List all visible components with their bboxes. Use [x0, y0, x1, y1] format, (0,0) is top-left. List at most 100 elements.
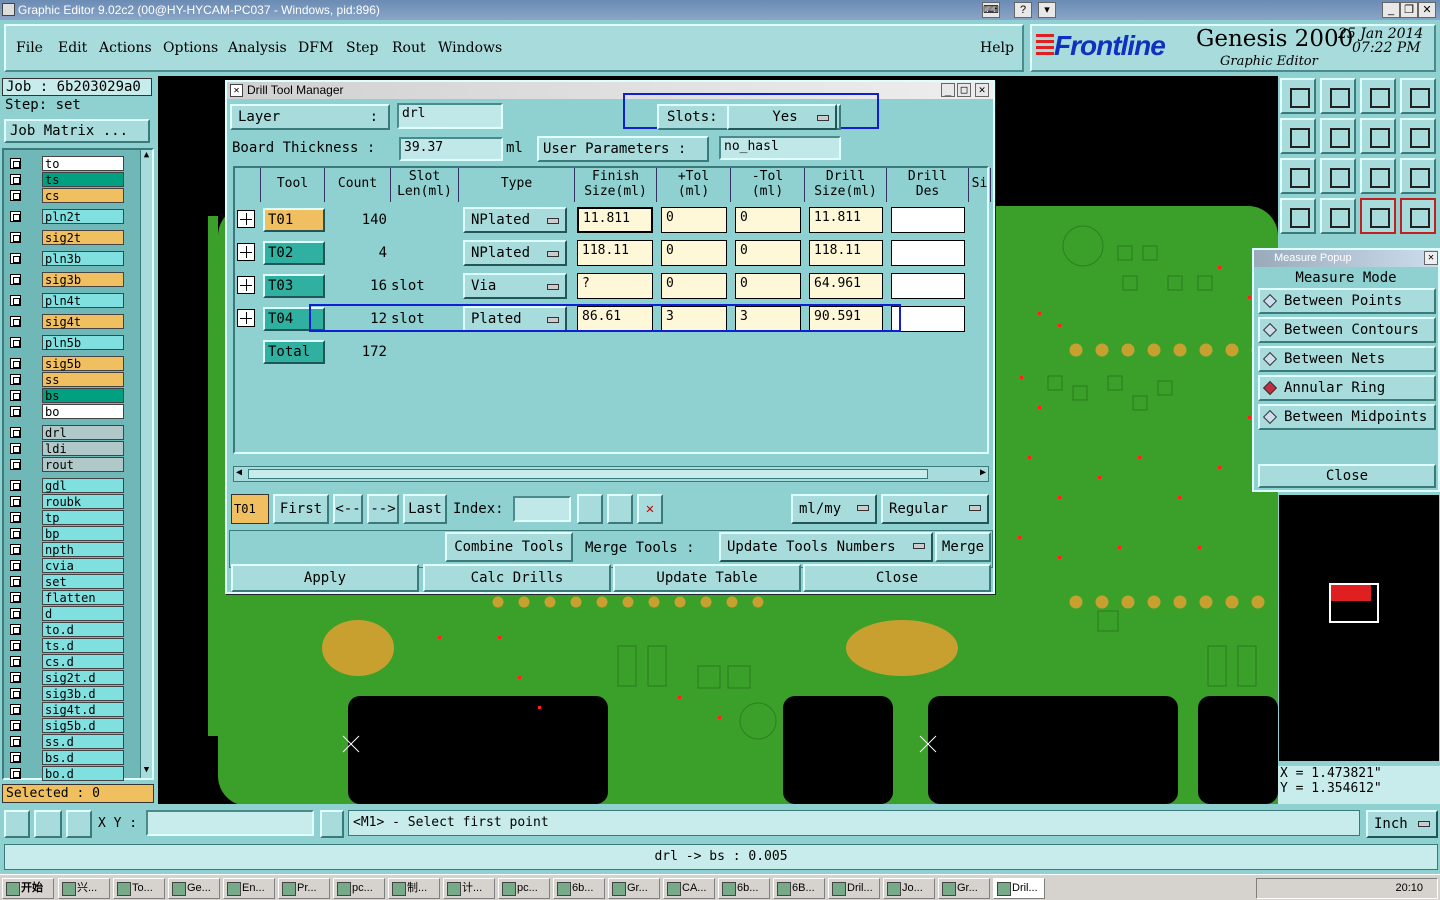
taskbar-item[interactable]: Gr...: [938, 878, 990, 899]
tool-type-dropdown[interactable]: NPlated: [463, 240, 567, 266]
zoom-mode-icon[interactable]: [34, 810, 62, 838]
menu-help[interactable]: Help: [980, 40, 1014, 56]
option-between-midpoints[interactable]: Between Midpoints: [1258, 404, 1436, 430]
option-between-nets[interactable]: Between Nets: [1258, 346, 1436, 372]
layer-row[interactable]: pln3b: [8, 251, 124, 266]
layer-row[interactable]: drl: [8, 425, 124, 440]
taskbar-item[interactable]: Pr...: [278, 878, 330, 899]
minus-tol-field[interactable]: 0: [735, 207, 801, 233]
scroll-thumb[interactable]: [248, 469, 928, 479]
menu-dfm[interactable]: DFM: [298, 40, 333, 56]
slots-dropdown[interactable]: Yes: [727, 104, 837, 130]
layer-checkbox[interactable]: [10, 720, 21, 731]
layer-checkbox[interactable]: [10, 624, 21, 635]
scroll-right-icon[interactable]: ▶: [980, 467, 986, 478]
layer-name[interactable]: pln3b: [42, 251, 124, 266]
layer-row[interactable]: sig5b: [8, 356, 124, 371]
layer-checkbox[interactable]: [10, 640, 21, 651]
layer-name[interactable]: sig3b.d: [42, 686, 124, 701]
layer-name[interactable]: pln5b: [42, 335, 124, 350]
taskbar-item[interactable]: Gr...: [608, 878, 660, 899]
board-thickness-field[interactable]: 39.37: [399, 137, 503, 161]
layer-name[interactable]: bo: [42, 404, 124, 419]
layer-checkbox[interactable]: [10, 174, 21, 185]
help-icon[interactable]: ?: [1014, 2, 1032, 18]
home-up-icon[interactable]: [1280, 78, 1316, 114]
layer-name[interactable]: pln2t: [42, 209, 124, 224]
layer-name[interactable]: ldi: [42, 441, 124, 456]
taskbar-item[interactable]: 计...: [443, 878, 495, 899]
scroll-down-icon[interactable]: ▼: [142, 765, 151, 779]
layer-row[interactable]: sig4t.d: [8, 702, 124, 717]
scale-1-2-icon[interactable]: [1360, 158, 1396, 194]
layer-checkbox[interactable]: [10, 316, 21, 327]
layer-checkbox[interactable]: [10, 672, 21, 683]
plus-tol-field[interactable]: 0: [661, 240, 727, 266]
layer-checkbox[interactable]: [10, 736, 21, 747]
scroll-up-icon[interactable]: ▲: [142, 150, 151, 164]
close-window-button[interactable]: ✕: [1418, 2, 1436, 18]
drill-size-field[interactable]: 11.811: [809, 207, 883, 233]
layer-row[interactable]: npth: [8, 542, 124, 557]
scroll-left-icon[interactable]: ◀: [236, 467, 242, 478]
menu-edit[interactable]: Edit: [58, 40, 87, 56]
drill-size-field[interactable]: 64.961: [809, 273, 883, 299]
layer-checkbox[interactable]: [10, 544, 21, 555]
keyboard-icon[interactable]: ⌨: [982, 2, 1000, 18]
measure-close-button[interactable]: Close: [1258, 464, 1436, 488]
taskbar-item[interactable]: pc...: [333, 878, 385, 899]
next-button[interactable]: -->: [367, 494, 399, 524]
layer-checkbox[interactable]: [10, 752, 21, 763]
overview-map[interactable]: [1278, 494, 1440, 762]
finish-size-field[interactable]: 118.11: [577, 240, 653, 266]
layer-name[interactable]: cs.d: [42, 654, 124, 669]
xy-input[interactable]: [146, 810, 314, 836]
layer-name[interactable]: cvia: [42, 558, 124, 573]
layer-name[interactable]: tp: [42, 510, 124, 525]
menu-analysis[interactable]: Analysis: [228, 40, 287, 56]
layer-checkbox[interactable]: [10, 232, 21, 243]
dialog-minimize-button[interactable]: _: [941, 83, 955, 97]
index-field[interactable]: [513, 496, 571, 522]
minimize-button[interactable]: _: [1382, 2, 1400, 18]
layer-row[interactable]: sig3b.d: [8, 686, 124, 701]
taskbar-item[interactable]: En...: [223, 878, 275, 899]
layer-name[interactable]: npth: [42, 542, 124, 557]
menu-windows[interactable]: Windows: [438, 40, 502, 56]
window-split-icon[interactable]: [1400, 78, 1436, 114]
layer-name[interactable]: to.d: [42, 622, 124, 637]
layer-checkbox[interactable]: [10, 390, 21, 401]
layer-checkbox[interactable]: [10, 688, 21, 699]
layer-row[interactable]: cvia: [8, 558, 124, 573]
delete-icon[interactable]: ✕: [637, 494, 663, 524]
first-button[interactable]: First: [273, 494, 329, 524]
layer-checkbox[interactable]: [10, 158, 21, 169]
menu-rout[interactable]: Rout: [392, 40, 426, 56]
layer-checkbox[interactable]: [10, 337, 21, 348]
layer-name[interactable]: flatten: [42, 590, 124, 605]
layer-row[interactable]: roubk: [8, 494, 124, 509]
layer-checkbox[interactable]: [10, 608, 21, 619]
dialog-close-icon[interactable]: ✕: [975, 83, 989, 97]
plus-tol-field[interactable]: 0: [661, 273, 727, 299]
dropdown-icon[interactable]: ▾: [1038, 2, 1056, 18]
drill-des-field[interactable]: [891, 273, 965, 299]
layer-name[interactable]: bs.d: [42, 750, 124, 765]
option-annular-ring[interactable]: Annular Ring: [1258, 375, 1436, 401]
layer-name[interactable]: sig4t: [42, 314, 124, 329]
layer-checkbox[interactable]: [10, 512, 21, 523]
tool-id[interactable]: T01: [263, 208, 325, 232]
layer-checkbox[interactable]: [10, 274, 21, 285]
layer-row[interactable]: ts.d: [8, 638, 124, 653]
layer-row[interactable]: rout: [8, 457, 124, 472]
layer-row[interactable]: cs: [8, 188, 124, 203]
layer-name[interactable]: sig4t.d: [42, 702, 124, 717]
layer-row[interactable]: set: [8, 574, 124, 589]
layer-name[interactable]: gdl: [42, 478, 124, 493]
measure-tool-icon[interactable]: [1280, 198, 1316, 234]
lamp-icon[interactable]: [577, 494, 603, 524]
user-parameters-field[interactable]: no_hasl: [719, 136, 841, 160]
layer-name[interactable]: rout: [42, 457, 124, 472]
layer-checkbox[interactable]: [10, 190, 21, 201]
finish-size-field[interactable]: 11.811: [577, 207, 653, 233]
